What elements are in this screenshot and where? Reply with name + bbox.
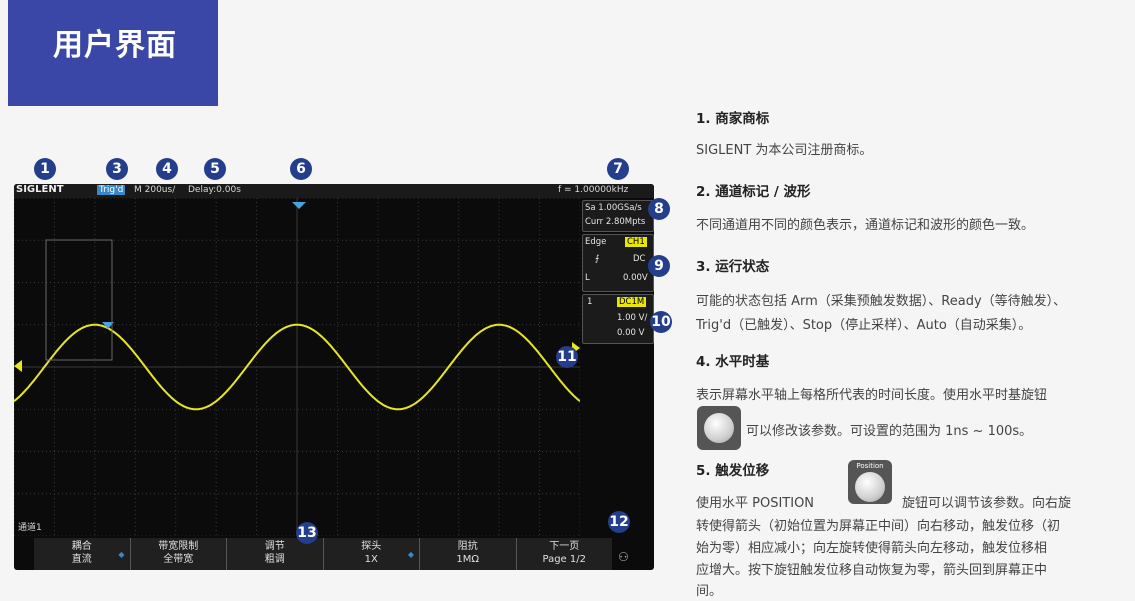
softkey-bandwidth-limit[interactable]: 带宽限制 全带宽 bbox=[129, 538, 226, 570]
channel-label: 通道1 bbox=[18, 523, 42, 533]
callout-10: 10 bbox=[650, 311, 672, 333]
callout-8: 8 bbox=[648, 198, 670, 220]
section-text: 间。 bbox=[696, 584, 723, 599]
callout-13: 13 bbox=[296, 522, 318, 544]
waveform-grid bbox=[14, 198, 580, 536]
timebase-knob-icon bbox=[697, 406, 741, 450]
softkey-next-page[interactable]: 下一页 Page 1/2 bbox=[515, 538, 612, 570]
section-text: 应增大。按下旋钮触发位移自动恢复为零，箭头回到屏幕正中 bbox=[696, 563, 1048, 578]
cycle-arrow-icon: ◆ bbox=[118, 550, 125, 559]
section-text: 表示屏幕水平轴上每格所代表的时间长度。使用水平时基旋钮 bbox=[696, 388, 1048, 403]
section-text: 不同通道用不同的颜色表示，通道标记和波形的颜色一致。 bbox=[696, 218, 1035, 233]
softkey-value: 直流 bbox=[71, 554, 92, 565]
rising-edge-icon: ⨍ bbox=[595, 254, 600, 264]
trigger-status-badge: Trig'd bbox=[97, 185, 126, 195]
section-text: 始为零）相应减小；向左旋转使得箭头向左移动，触发位移相 bbox=[696, 541, 1048, 556]
trigger-level: 0.00V bbox=[623, 273, 648, 283]
section-heading: 4. 水平时基 bbox=[696, 354, 770, 370]
trigger-coupling: DC bbox=[633, 254, 646, 264]
softkey-label: 阻抗 bbox=[457, 541, 478, 552]
section-text: 可以修改该参数。可设置的范围为 1ns ~ 100s。 bbox=[746, 424, 1033, 439]
callout-7: 7 bbox=[607, 158, 629, 180]
softkey-value: 全带宽 bbox=[163, 554, 194, 565]
section-heading: 1. 商家商标 bbox=[696, 111, 770, 127]
page-title: 用户界面 bbox=[53, 28, 177, 63]
softkey-label: 耦合 bbox=[71, 541, 92, 552]
callout-12: 12 bbox=[608, 511, 630, 533]
title-banner: 用户界面 bbox=[8, 0, 218, 106]
frequency-readout: f = 1.00000kHz bbox=[558, 185, 629, 195]
delay-readout: Delay:0.00s bbox=[188, 185, 241, 195]
trigger-level-label: L bbox=[585, 273, 590, 283]
softkey-value: 粗调 bbox=[264, 554, 285, 565]
softkey-value: 1MΩ bbox=[456, 554, 480, 565]
brand-logo: SIGLENT bbox=[16, 184, 64, 195]
channel-scale: 1.00 V/ bbox=[617, 313, 648, 323]
softkey-label: 带宽限制 bbox=[158, 541, 199, 552]
section-heading: 2. 通道标记 / 波形 bbox=[696, 184, 811, 200]
section-text: 转使得箭头（初始位置为屏幕正中间）向右移动，触发位移（初 bbox=[696, 519, 1061, 534]
callout-4: 4 bbox=[156, 158, 178, 180]
softkey-probe[interactable]: 探头 1X ◆ bbox=[322, 538, 419, 570]
trigger-position-marker bbox=[292, 202, 306, 209]
graticule bbox=[14, 198, 580, 536]
trigger-type: Edge bbox=[585, 237, 607, 247]
softkey-value: 1X bbox=[364, 554, 378, 565]
timebase-readout: M 200us/ bbox=[134, 185, 176, 195]
position-knob-icon: Position bbox=[848, 460, 892, 504]
section-text: Trig'd（已触发）、Stop（停止采样）、Auto（自动采集）。 bbox=[696, 318, 1032, 333]
section-heading: 5. 触发位移 bbox=[696, 463, 770, 479]
softkey-value: Page 1/2 bbox=[542, 554, 586, 565]
callout-1: 1 bbox=[34, 158, 56, 180]
callout-6: 6 bbox=[290, 158, 312, 180]
status-bar: SIGLENT Trig'd M 200us/ Delay:0.00s f = … bbox=[14, 184, 654, 198]
section-text: 使用水平 POSITION bbox=[696, 496, 815, 511]
callout-9: 9 bbox=[648, 255, 670, 277]
sample-rate: Sa 1.00GSa/s bbox=[585, 203, 642, 213]
channel-panel[interactable]: 1 DC1M 1.00 V/ 0.00 V bbox=[582, 294, 654, 344]
channel-1-marker bbox=[14, 360, 22, 372]
cycle-arrow-icon: ◆ bbox=[407, 550, 414, 559]
section-text: 旋钮可以调节该参数。向右旋 bbox=[902, 496, 1072, 511]
memory-depth: Curr 2.80Mpts bbox=[585, 217, 646, 227]
callout-5: 5 bbox=[204, 158, 226, 180]
section-text: SIGLENT 为本公司注册商标。 bbox=[696, 143, 873, 158]
channel-offset: 0.00 V bbox=[617, 328, 645, 338]
section-heading: 3. 运行状态 bbox=[696, 259, 770, 275]
section-text: 可能的状态包括 Arm（采集预触发数据）、Ready（等待触发）、 bbox=[696, 294, 1067, 309]
channel-number: 1 bbox=[587, 297, 593, 307]
softkey-coupling[interactable]: 耦合 直流 ◆ bbox=[34, 538, 130, 570]
softkey-impedance[interactable]: 阻抗 1MΩ bbox=[419, 538, 516, 570]
softkey-label: 下一页 bbox=[549, 541, 580, 552]
trigger-pretrigger-box bbox=[45, 239, 113, 361]
softkey-menu: 耦合 直流 ◆ 带宽限制 全带宽 调节 粗调 探头 1X ◆ 阻抗 1MΩ 下一… bbox=[34, 538, 612, 570]
softkey-label: 探头 bbox=[361, 541, 382, 552]
callout-3: 3 bbox=[106, 158, 128, 180]
knob-label: Position bbox=[856, 462, 884, 470]
oscilloscope-screen: SIGLENT Trig'd M 200us/ Delay:0.00s f = … bbox=[14, 184, 654, 570]
callout-11: 11 bbox=[556, 346, 578, 368]
trigger-panel[interactable]: Edge CH1 ⨍ DC L 0.00V bbox=[582, 234, 654, 292]
channel-coupling: DC1M bbox=[617, 297, 647, 307]
network-icon: ⚇ bbox=[618, 550, 629, 564]
acquisition-panel: Sa 1.00GSa/s Curr 2.80Mpts bbox=[582, 200, 654, 232]
trigger-source: CH1 bbox=[625, 237, 647, 247]
